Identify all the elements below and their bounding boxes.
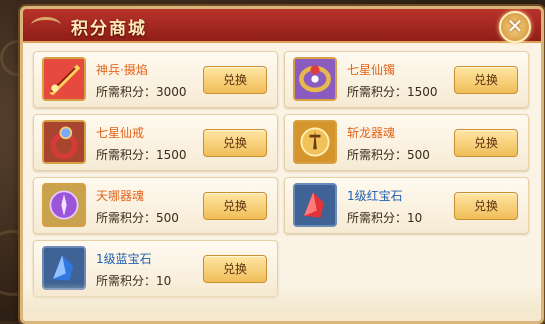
exchange-button[interactable]: 兑换 [203,192,267,220]
red-gem-icon [293,183,337,227]
exchange-button[interactable]: 兑换 [454,66,518,94]
exchange-button[interactable]: 兑换 [454,192,518,220]
item-cost: 所需积分：500 [96,211,179,225]
exchange-button[interactable]: 兑换 [203,255,267,283]
shop-item-card: 天哪器魂 所需积分：500 兑换 [33,177,278,234]
shop-item-card: 神兵·摄焰 所需积分：3000 兑换 [33,51,278,108]
item-name: 1级蓝宝石 [96,252,152,266]
item-cost: 所需积分：10 [347,211,423,225]
item-name: 天哪器魂 [96,189,145,203]
item-name: 七星仙镯 [347,63,396,77]
item-cost: 所需积分：500 [347,148,430,162]
title-ornament-icon [31,17,61,34]
item-name: 斩龙器魂 [347,126,396,140]
exchange-button[interactable]: 兑换 [203,129,267,157]
item-cost: 所需积分：3000 [96,85,187,99]
item-name: 1级红宝石 [347,189,403,203]
window-title: 积分商城 [71,19,147,39]
orange-soul-orb-icon [293,120,337,164]
item-name: 神兵·摄焰 [96,63,148,77]
item-cost: 所需积分：1500 [347,85,438,99]
shop-item-card: 1级红宝石 所需积分：10 兑换 [284,177,529,234]
item-cost: 所需积分：1500 [96,148,187,162]
exchange-button[interactable]: 兑换 [454,129,518,157]
ring-icon [42,120,86,164]
list-bottom-fade [23,283,541,321]
item-name: 七星仙戒 [96,126,145,140]
shop-item-card: 斩龙器魂 所需积分：500 兑换 [284,114,529,171]
divine-weapon-icon [42,57,86,101]
purple-soul-orb-icon [42,183,86,227]
shop-item-card: 七星仙镯 所需积分：1500 兑换 [284,51,529,108]
title-bar: 积分商城 [23,9,541,43]
bracelet-icon [293,57,337,101]
points-mall-window: 积分商城 ✕ 神兵·摄焰 所需积分：3000 兑换 七星仙镯 所需积分：1500… [20,6,544,324]
exchange-button[interactable]: 兑换 [203,66,267,94]
close-button[interactable]: ✕ [499,11,531,43]
shop-item-card: 七星仙戒 所需积分：1500 兑换 [33,114,278,171]
